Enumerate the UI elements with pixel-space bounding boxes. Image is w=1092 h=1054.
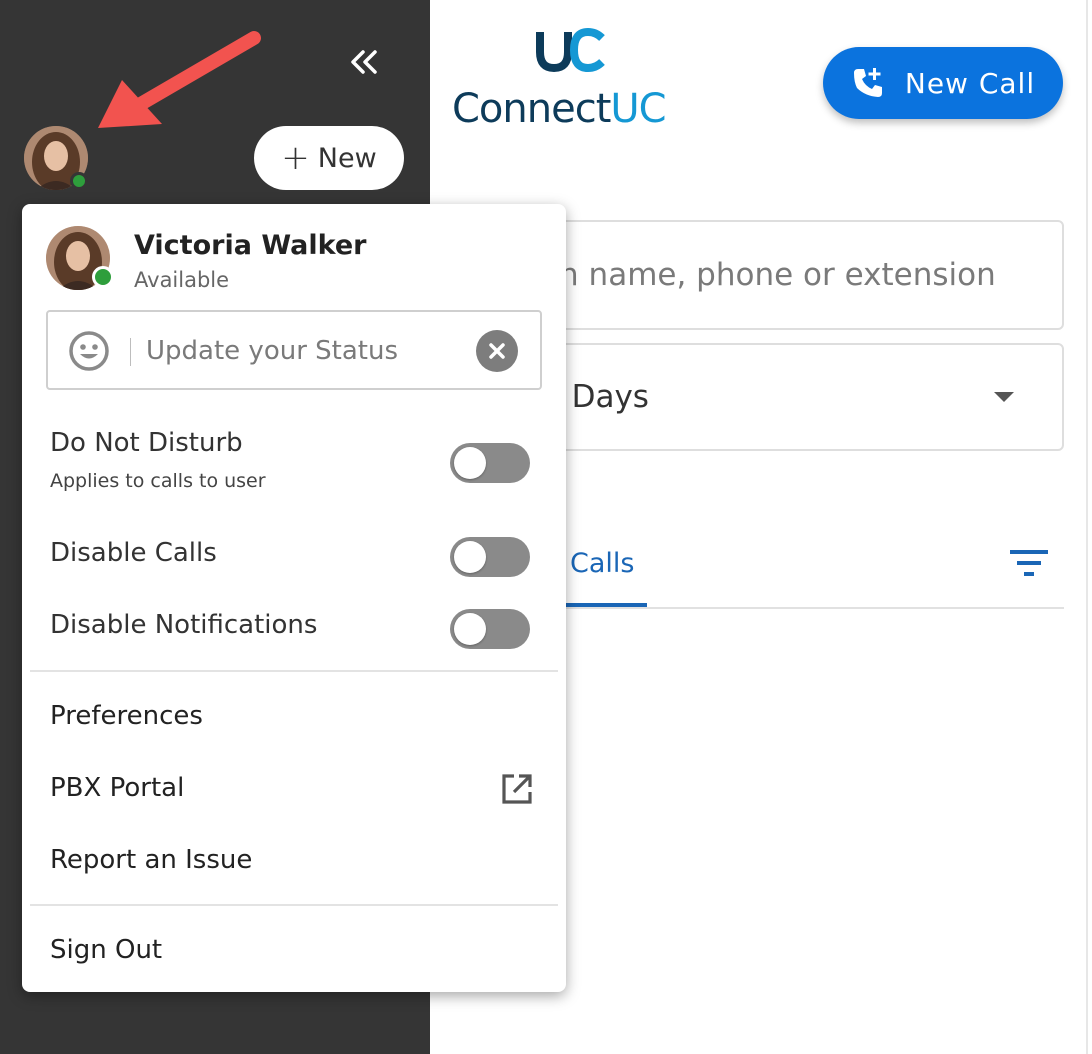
smiley-icon[interactable] xyxy=(68,330,110,372)
do-not-disturb-sublabel: Applies to calls to user xyxy=(50,470,266,492)
annotation-arrow-icon xyxy=(98,31,261,128)
disable-notifications-toggle[interactable] xyxy=(450,609,530,649)
toggle-knob xyxy=(454,541,486,573)
presence-indicator xyxy=(92,266,114,288)
toggle-knob xyxy=(454,447,486,479)
search-input[interactable] xyxy=(542,257,1062,293)
caret-down-icon xyxy=(994,392,1014,402)
menu-avatar xyxy=(46,226,114,290)
new-call-label: New Call xyxy=(904,66,1036,100)
menu-item-preferences[interactable]: Preferences xyxy=(50,688,540,744)
filter-button[interactable] xyxy=(1008,546,1050,580)
menu-divider xyxy=(30,904,558,906)
toggle-knob xyxy=(454,613,486,645)
field-divider xyxy=(130,338,131,366)
disable-calls-label: Disable Calls xyxy=(50,538,217,568)
logo-text-accent: UC xyxy=(610,86,666,132)
collapse-sidebar-button[interactable] xyxy=(344,42,384,82)
phone-add-icon xyxy=(853,68,882,97)
menu-item-report-issue[interactable]: Report an Issue xyxy=(50,832,540,888)
disable-notifications-label: Disable Notifications xyxy=(50,610,318,640)
disable-calls-toggle[interactable] xyxy=(450,537,530,577)
double-chevron-left-icon xyxy=(351,50,377,74)
new-button-label: New xyxy=(317,142,377,174)
status-message-field[interactable] xyxy=(46,310,542,390)
user-avatar-button[interactable] xyxy=(24,126,88,190)
user-menu-dropdown: Victoria Walker Available Do Not Disturb… xyxy=(22,204,566,992)
logo-text-main: Connect xyxy=(452,86,611,132)
connectuc-logo: ConnectUC xyxy=(452,28,692,138)
menu-divider xyxy=(30,670,558,672)
period-select[interactable]: 7 Days xyxy=(540,343,1064,451)
user-name: Victoria Walker xyxy=(134,230,367,261)
clear-status-button[interactable] xyxy=(476,330,518,372)
user-presence-status: Available xyxy=(134,268,230,292)
new-call-button[interactable]: New Call xyxy=(823,47,1063,119)
search-box[interactable] xyxy=(540,220,1064,330)
menu-item-pbx-portal[interactable]: PBX Portal xyxy=(50,760,540,816)
do-not-disturb-toggle[interactable] xyxy=(450,443,530,483)
right-edge-divider xyxy=(1086,0,1088,1054)
do-not-disturb-label: Do Not Disturb xyxy=(50,428,243,458)
filter-icon xyxy=(1010,550,1048,576)
logo-wordmark: ConnectUC xyxy=(452,86,667,132)
uc-logo-mark-icon xyxy=(536,28,605,73)
new-button[interactable]: + New xyxy=(254,126,404,190)
tabs-divider xyxy=(540,607,1064,609)
plus-icon: + xyxy=(281,138,310,178)
status-input[interactable] xyxy=(146,330,466,372)
sign-out-button[interactable]: Sign Out xyxy=(50,922,540,978)
close-icon xyxy=(489,343,505,359)
external-link-icon xyxy=(502,774,532,804)
presence-indicator xyxy=(70,172,88,190)
